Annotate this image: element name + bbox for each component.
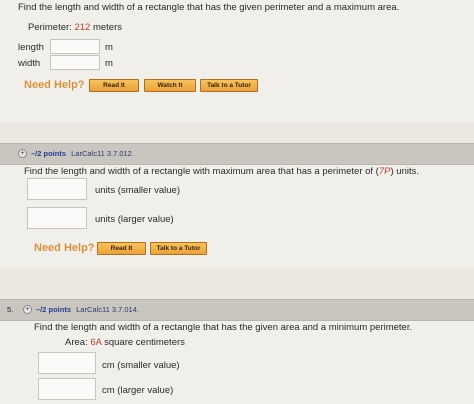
q2-expand-icon[interactable]: + [18, 149, 27, 158]
q2-meta: –/2 points LarCalc11 3.7.012. [31, 149, 134, 158]
q1-watch-it-button[interactable]: Watch It [144, 79, 196, 92]
q1-given-label: Perimeter: [28, 22, 75, 33]
q2-read-it-button[interactable]: Read It [97, 242, 146, 255]
q3-smaller-value-unit: cm (smaller value) [102, 360, 180, 371]
q3-meta: –/2 points LarCalc11 3.7.014. [36, 305, 139, 314]
q2-smaller-value-unit: units (smaller value) [95, 185, 180, 196]
q1-given-unit: meters [90, 22, 123, 33]
q3-given-value: 6A [90, 337, 102, 348]
q1-question-text: Find the length and width of a rectangle… [18, 2, 400, 13]
q2-need-help-label: Need Help? [34, 242, 95, 254]
q1-need-help-label: Need Help? [24, 79, 85, 91]
q2-larger-value-unit: units (larger value) [95, 214, 174, 225]
q3-reference: LarCalc11 3.7.014. [76, 305, 139, 314]
q1-read-it-button[interactable]: Read It [89, 79, 139, 92]
q2-points: –/2 points [31, 149, 67, 158]
q1-width-input[interactable] [50, 55, 100, 70]
q3-given-label: Area: [65, 337, 91, 348]
q1-length-unit: m [105, 42, 113, 53]
q2-text-before: Find the length and width of a rectangle… [24, 166, 379, 177]
q3-question-text: Find the length and width of a rectangle… [34, 322, 413, 333]
q2-reference: LarCalc11 3.7.012. [71, 149, 134, 158]
q1-width-unit: m [105, 58, 113, 69]
q3-given-unit: square centimeters [101, 337, 185, 348]
q2-text-after: ) units. [390, 166, 419, 177]
q2-text-variable: 7P [378, 166, 391, 177]
q3-given-line: Area: 6A square centimeters [65, 337, 185, 348]
q3-expand-icon[interactable]: + [23, 305, 32, 314]
q3-larger-value-input[interactable] [38, 378, 96, 400]
q3-number: 5. [7, 305, 14, 314]
q1-given-value: 212 [74, 22, 91, 33]
q2-smaller-value-input[interactable] [27, 178, 87, 200]
q1-length-input[interactable] [50, 39, 100, 54]
q2-question-text: Find the length and width of a rectangle… [24, 166, 419, 177]
q1-width-label: width [18, 58, 41, 69]
q1-talk-to-tutor-button[interactable]: Talk to a Tutor [200, 79, 258, 92]
q3-points: –/2 points [36, 305, 72, 314]
q3-larger-value-unit: cm (larger value) [102, 385, 174, 396]
q1-length-label: length [18, 42, 44, 53]
q1-given-line: Perimeter: 212 meters [28, 22, 122, 33]
q3-smaller-value-input[interactable] [38, 352, 96, 374]
q2-larger-value-input[interactable] [27, 207, 87, 229]
q2-talk-to-tutor-button[interactable]: Talk to a Tutor [150, 242, 207, 255]
